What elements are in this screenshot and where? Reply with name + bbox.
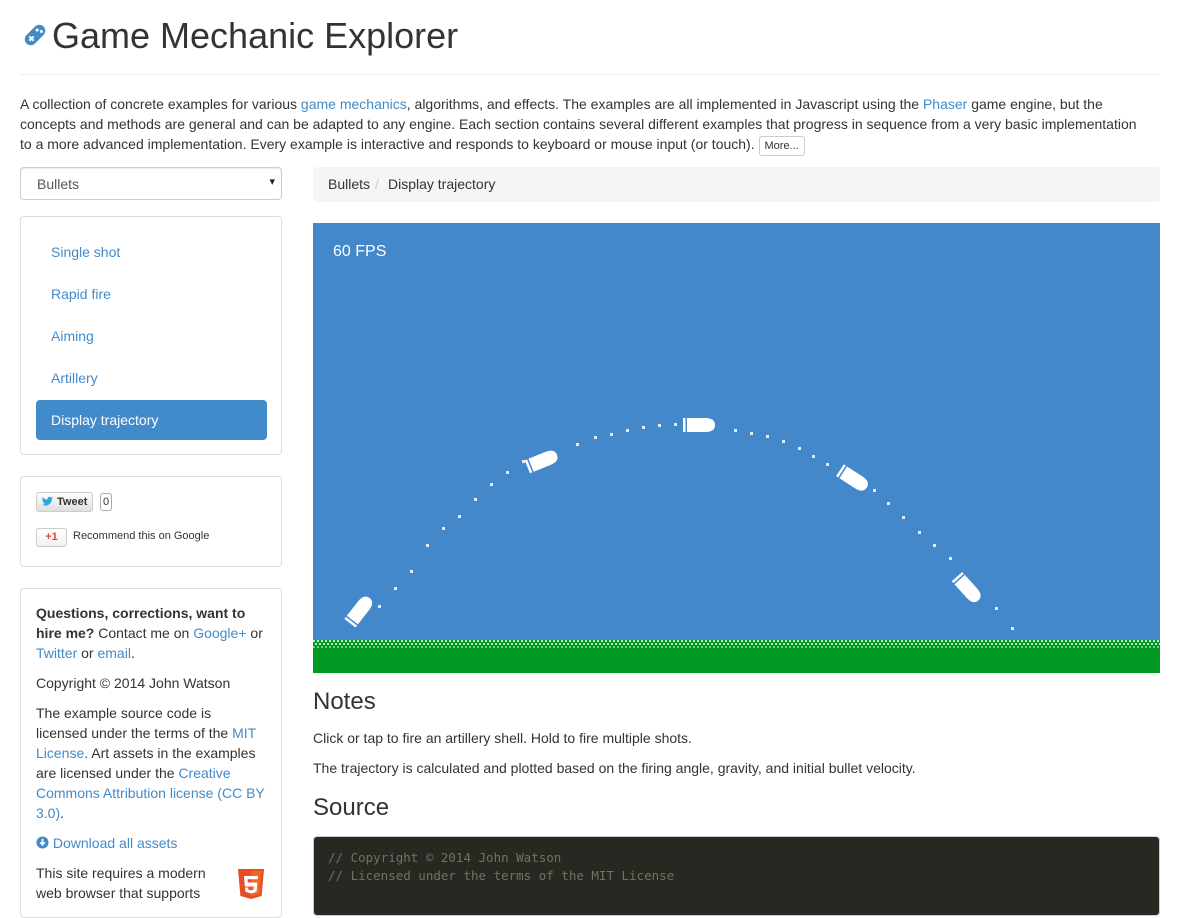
code-line: // Copyright © 2014 John Watson xyxy=(328,850,562,865)
example-nav: Single shot Rapid fire Aiming Artillery … xyxy=(20,216,282,455)
nav-item-rapid-fire[interactable]: Rapid fire xyxy=(36,274,267,314)
category-select[interactable]: Bullets ▾ xyxy=(20,167,282,200)
contact-text-part: . xyxy=(130,645,135,661)
google-plus-link[interactable]: Google+ xyxy=(193,625,246,641)
contact-text-part: or xyxy=(246,625,263,641)
nav-item-single-shot[interactable]: Single shot xyxy=(36,232,267,272)
license-text-part: The example source code is licensed unde… xyxy=(36,705,233,741)
phaser-link[interactable]: Phaser xyxy=(923,96,967,112)
source-heading: Source xyxy=(313,794,390,821)
breadcrumb-current: Display trajectory xyxy=(388,176,496,192)
html5-icon xyxy=(238,869,264,899)
social-panel: Tweet 0 +1 Recommend this on Google xyxy=(20,476,282,567)
notes-line: Click or tap to fire an artillery shell.… xyxy=(313,730,692,746)
download-assets: Download all assets xyxy=(36,833,266,853)
game-controller-icon xyxy=(24,24,46,46)
game-mechanics-link[interactable]: game mechanics xyxy=(301,96,407,112)
source-code-block: // Copyright © 2014 John Watson // Licen… xyxy=(313,836,1160,916)
intro-text: A collection of concrete examples for va… xyxy=(20,94,1150,156)
fps-counter: 60 FPS xyxy=(333,243,387,260)
site-header: Game Mechanic Explorer xyxy=(20,12,1160,75)
email-link[interactable]: email xyxy=(97,645,130,661)
twitter-link[interactable]: Twitter xyxy=(36,645,77,661)
google-recommend-text: Recommend this on Google xyxy=(73,530,210,542)
license-text: The example source code is licensed unde… xyxy=(36,703,266,823)
nav-item-aiming[interactable]: Aiming xyxy=(36,316,267,356)
trajectory-dots xyxy=(378,423,1014,630)
game-canvas[interactable]: 60 FPS xyxy=(313,223,1160,673)
license-text-part: . xyxy=(60,805,65,821)
contact-text-part: or xyxy=(77,645,98,661)
intro-text-part: A collection of concrete examples for va… xyxy=(20,96,301,112)
notes-line: The trajectory is calculated and plotted… xyxy=(313,760,916,776)
contact-text-part: Contact me on xyxy=(94,625,194,641)
code-line: // Licensed under the terms of the MIT L… xyxy=(328,868,675,883)
google-plus-one-button[interactable]: +1 xyxy=(36,528,67,547)
notes-heading: Notes xyxy=(313,688,376,715)
bullet-sprites xyxy=(344,418,981,628)
download-assets-link[interactable]: Download all assets xyxy=(36,835,177,851)
nav-item-display-trajectory[interactable]: Display trajectory xyxy=(36,400,267,440)
ground xyxy=(313,640,1160,673)
browser-text: This site requires a modern web browser … xyxy=(36,865,206,901)
tweet-count: 0 xyxy=(100,493,113,511)
download-assets-label: Download all assets xyxy=(52,835,178,851)
nav-item-artillery[interactable]: Artillery xyxy=(36,358,267,398)
tweet-label: Tweet xyxy=(57,496,88,508)
intro-text-part: , algorithms, and effects. The examples … xyxy=(406,96,923,112)
twitter-bird-icon xyxy=(41,496,54,506)
contact-text: Questions, corrections, want to hire me?… xyxy=(36,603,266,663)
game-scene xyxy=(313,418,1160,673)
breadcrumb: Bullets / Display trajectory xyxy=(313,167,1160,202)
caret-down-icon: ▾ xyxy=(269,176,275,188)
page-title: Game Mechanic Explorer xyxy=(52,15,459,56)
category-select-value: Bullets xyxy=(37,176,80,192)
info-panel: Questions, corrections, want to hire me?… xyxy=(20,588,282,918)
copyright-text: Copyright © 2014 John Watson xyxy=(36,675,231,691)
tweet-button[interactable]: Tweet xyxy=(36,492,94,512)
breadcrumb-section[interactable]: Bullets xyxy=(328,167,370,202)
more-button[interactable]: More... xyxy=(758,136,805,156)
breadcrumb-separator: / xyxy=(375,176,379,192)
download-icon xyxy=(36,836,49,849)
